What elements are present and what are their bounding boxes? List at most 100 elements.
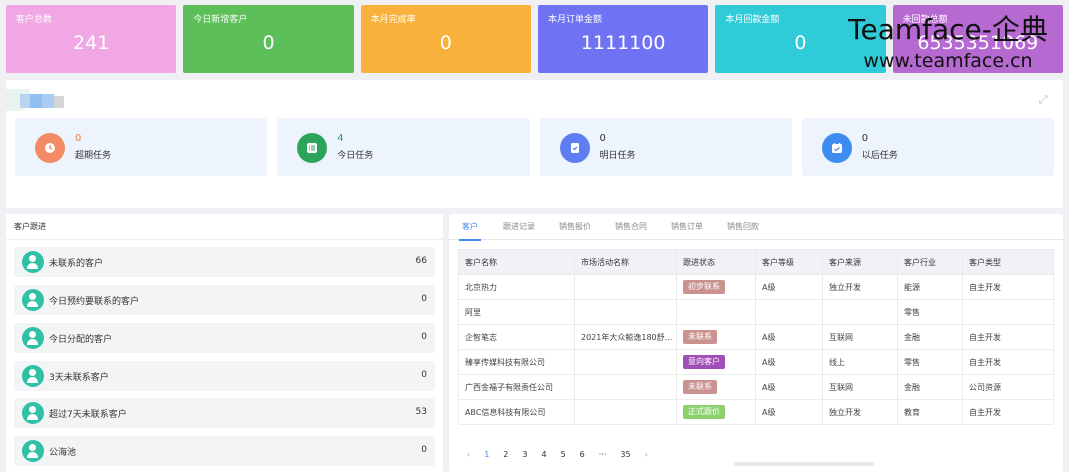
- cell-industry: 零售: [897, 299, 963, 325]
- cell-type: 自主开发: [962, 399, 1054, 425]
- user-icon: [22, 289, 44, 311]
- horizontal-scrollbar[interactable]: [734, 462, 874, 466]
- stat-card-completion-rate[interactable]: 本月完成率 0: [360, 5, 531, 73]
- followup-label: 公海池: [49, 448, 77, 458]
- fullscreen-icon[interactable]: ⤢: [1037, 94, 1049, 106]
- cell-status: 未联系: [676, 374, 756, 400]
- followup-item-assigned-today[interactable]: 今日分配的客户 0: [14, 323, 435, 353]
- task-panel: ⤢ 0 超期任务 4 今日任务 0 明日任务 0 以后任务: [6, 80, 1063, 208]
- cell-level: A级: [755, 399, 823, 425]
- table-row[interactable]: 臻享传媒科技有限公司 意向客户 A级 线上 零售 自主开发: [458, 349, 1054, 375]
- cell-industry: 能源: [897, 274, 963, 300]
- prev-page-icon[interactable]: ‹: [467, 450, 470, 459]
- stat-card-new-today[interactable]: 今日新增客户 0: [183, 5, 354, 73]
- cell-type: 自主开发: [962, 324, 1054, 350]
- cell-industry: 零售: [897, 349, 963, 375]
- task-name: 以后任务: [861, 151, 898, 161]
- cell-source: 线上: [822, 349, 898, 375]
- cell-customer-name[interactable]: 企智笔志: [458, 324, 575, 350]
- tab-sales-orders[interactable]: 销售订单: [671, 214, 703, 240]
- table-row[interactable]: 企智笔志 2021年大众鲸逸180舒... 未联系 A级 互联网 金融 自主开发: [458, 324, 1054, 350]
- followup-item-7-days[interactable]: 超过7天未联系客户 53: [14, 398, 435, 428]
- followup-count: 66: [415, 256, 427, 266]
- cell-industry: 教育: [897, 399, 963, 425]
- column-header[interactable]: 客户行业: [897, 249, 963, 275]
- followup-label: 今日分配的客户: [49, 335, 113, 345]
- stat-card-total-customers[interactable]: 客户总数 241: [6, 5, 177, 73]
- column-header[interactable]: 客户类型: [962, 249, 1054, 275]
- cell-campaign: [574, 299, 677, 325]
- task-count: 0: [861, 133, 869, 144]
- next-page-icon[interactable]: ›: [645, 450, 648, 459]
- tab-sales-contracts[interactable]: 销售合同: [615, 214, 647, 240]
- cell-customer-name[interactable]: 广西金福子有限责任公司: [458, 374, 575, 400]
- overdue-icon: [35, 133, 65, 163]
- cell-status: [676, 299, 756, 325]
- followup-label: 超过7天未联系客户: [49, 410, 127, 420]
- task-count: 0: [599, 133, 606, 144]
- tab-followup-records[interactable]: 跟进记录: [503, 214, 535, 240]
- page-button[interactable]: 4: [541, 450, 546, 459]
- followup-item-3-days[interactable]: 3天未联系客户 0: [14, 361, 435, 391]
- page-button[interactable]: 2: [503, 450, 508, 459]
- today-icon: [297, 133, 328, 163]
- cell-industry: 金融: [897, 324, 963, 350]
- cell-campaign: 2021年大众鲸逸180舒...: [574, 324, 677, 350]
- page-button[interactable]: 1: [484, 450, 489, 459]
- cell-type: 自主开发: [962, 349, 1054, 375]
- column-header[interactable]: 客户等级: [755, 249, 823, 275]
- task-count: 4: [337, 133, 344, 144]
- column-header[interactable]: 跟进状态: [676, 249, 756, 275]
- tab-sales-payments[interactable]: 销售回款: [727, 214, 759, 240]
- page-ellipsis[interactable]: ···: [599, 450, 607, 459]
- column-header[interactable]: 客户名称: [458, 249, 575, 275]
- table-row[interactable]: 广西金福子有限责任公司 未联系 A级 互联网 金融 公司资源: [458, 374, 1054, 400]
- status-badge: 未联系: [683, 330, 717, 344]
- later-icon: [821, 133, 852, 163]
- cell-customer-name[interactable]: 臻享传媒科技有限公司: [458, 349, 575, 375]
- column-header[interactable]: 市场活动名称: [574, 249, 677, 275]
- cell-customer-name[interactable]: ABC信息科技有限公司: [458, 399, 575, 425]
- tab-customers[interactable]: 客户: [459, 214, 481, 241]
- table-row[interactable]: 北京热力 初步联系 A级 独立开发 能源 自主开发: [458, 274, 1054, 300]
- followup-item-uncontacted[interactable]: 未联系的客户 66: [14, 247, 435, 277]
- blurred-title: [6, 89, 76, 111]
- followup-count: 53: [415, 407, 427, 417]
- cell-source: 独立开发: [822, 399, 898, 425]
- task-card-overdue[interactable]: 0 超期任务: [15, 118, 268, 176]
- task-card-later[interactable]: 0 以后任务: [801, 118, 1054, 176]
- page-button[interactable]: 3: [522, 450, 527, 459]
- cell-level: A级: [755, 374, 823, 400]
- page-button[interactable]: 5: [561, 450, 566, 459]
- cell-level: A级: [755, 274, 823, 300]
- panel-title: 客户跟进: [6, 214, 443, 240]
- stat-card-order-amount[interactable]: 本月订单金额 1111100: [537, 5, 709, 73]
- records-panel: 客户 跟进记录 销售报价 销售合同 销售订单 销售回款 客户名称 市场活动名称 …: [449, 214, 1063, 472]
- followup-item-scheduled-today[interactable]: 今日预约要联系的客户 0: [14, 285, 435, 315]
- table-header-row: 客户名称 市场活动名称 跟进状态 客户等级 客户来源 客户行业 客户类型: [458, 249, 1054, 275]
- cell-level: A级: [755, 349, 823, 375]
- cell-level: A级: [755, 324, 823, 350]
- cell-source: 独立开发: [822, 274, 898, 300]
- user-icon: [22, 327, 44, 349]
- tab-sales-quotes[interactable]: 销售报价: [559, 214, 591, 240]
- cell-campaign: [574, 374, 677, 400]
- task-card-today[interactable]: 4 今日任务: [277, 118, 530, 176]
- cell-source: 互联网: [822, 324, 898, 350]
- column-header[interactable]: 客户来源: [822, 249, 898, 275]
- stat-label: 今日新增客户: [193, 15, 248, 25]
- page-button[interactable]: 6: [580, 450, 585, 459]
- followup-item-public-pool[interactable]: 公海池 0: [14, 436, 435, 466]
- page-button[interactable]: 35: [620, 450, 630, 459]
- followup-label: 未联系的客户: [49, 259, 104, 269]
- cell-customer-name[interactable]: 阿里: [458, 299, 575, 325]
- table-row[interactable]: ABC信息科技有限公司 正式跟价 A级 独立开发 教育 自主开发: [458, 399, 1054, 425]
- task-card-tomorrow[interactable]: 0 明日任务: [539, 118, 792, 176]
- cell-customer-name[interactable]: 北京热力: [458, 274, 575, 300]
- user-icon: [22, 251, 44, 273]
- cell-status: 意向客户: [676, 349, 756, 375]
- followup-count: 0: [421, 370, 427, 380]
- stat-label: 客户总数: [16, 15, 53, 25]
- table-row[interactable]: 阿里 零售: [458, 299, 1054, 325]
- customer-followup-panel: 客户跟进 未联系的客户 66 今日预约要联系的客户 0 今日分配的客户 0 3天…: [6, 214, 443, 472]
